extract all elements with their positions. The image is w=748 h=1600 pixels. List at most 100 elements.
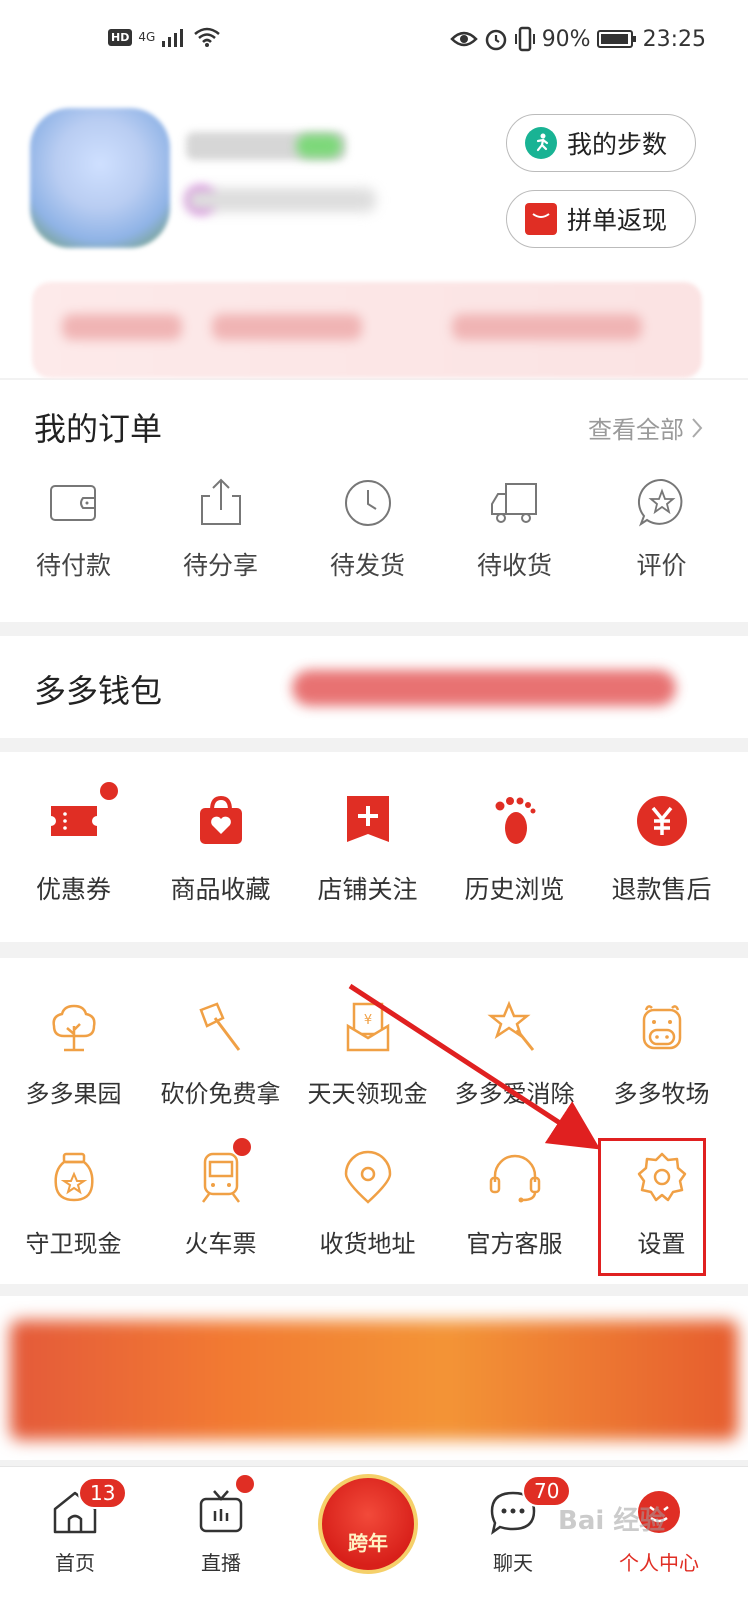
promo-banner[interactable] [0, 1296, 748, 1460]
order-item-label: 待付款 [35, 551, 111, 580]
view-all-label: 查看全部 [588, 416, 684, 444]
battery-icon [596, 30, 636, 48]
order-review[interactable]: 评价 [588, 476, 735, 582]
vibrate-icon [514, 26, 535, 52]
avatar[interactable] [30, 108, 170, 248]
annotation-highlight-box [598, 1138, 706, 1276]
order-pending-receipt[interactable]: 待收货 [441, 476, 588, 582]
group-cashback-label: 拼单返现 [567, 206, 668, 235]
tool-label: 官方客服 [466, 1230, 563, 1258]
footprint-icon [495, 797, 535, 844]
coupon-icon [50, 806, 97, 836]
order-pending-payment[interactable]: 待付款 [0, 476, 147, 582]
notification-dot [233, 1138, 251, 1156]
orders-section: 我的订单 查看全部 待付款 待分享 待发货 待收货 评价 [0, 380, 748, 622]
order-status-row: 待付款 待分享 待发货 待收货 评价 [0, 476, 748, 582]
share-icon [200, 478, 241, 525]
coupon-entry[interactable]: 优惠券 [0, 782, 147, 906]
watermark: Bai 经验 [558, 1506, 666, 1536]
wallet-section[interactable]: 多多钱包 [0, 636, 748, 738]
tab-label: 首页 [55, 1551, 95, 1575]
tool-label: 火车票 [184, 1230, 257, 1258]
service-label: 店铺关注 [317, 875, 418, 904]
tab-live[interactable]: 直播 [156, 1467, 286, 1600]
tab-label: 聊天 [493, 1551, 533, 1575]
orders-title: 我的订单 [34, 410, 163, 448]
view-all-orders-link[interactable]: 查看全部 [588, 410, 704, 445]
status-right: 90% 23:25 [449, 26, 706, 52]
tv-icon [199, 1490, 243, 1533]
favorites-entry[interactable]: 商品收藏 [147, 792, 294, 906]
member-badge-blurred [296, 134, 342, 158]
promo-strip-blurred[interactable] [32, 282, 702, 378]
train-icon [201, 1152, 240, 1203]
refund-entry[interactable]: 退款售后 [588, 792, 735, 906]
store-follow-entry[interactable]: 店铺关注 [294, 792, 441, 906]
services-row: 优惠券 商品收藏 店铺关注 历史浏览 退款售后 [0, 782, 748, 906]
clock-icon [344, 480, 391, 526]
red-envelope-icon [525, 203, 557, 235]
signal-icon [162, 29, 184, 47]
battery-percent: 90% [541, 26, 591, 52]
bargain-entry[interactable]: 砍价免费拿 [147, 1000, 294, 1109]
cash-jar-icon [53, 1152, 94, 1202]
refund-icon [636, 796, 687, 846]
alarm-icon [485, 29, 506, 51]
center-button-label: 跨年 [348, 1531, 388, 1555]
truck-icon [490, 483, 537, 523]
tool-label: 收货地址 [319, 1230, 416, 1258]
status-bar: HD 4G 90% 23:25 [0, 0, 748, 88]
annotation-arrow [348, 983, 601, 1150]
order-item-label: 评价 [636, 551, 687, 580]
order-pending-share[interactable]: 待分享 [147, 476, 294, 582]
orchard-entry[interactable]: 多多果园 [0, 1000, 147, 1109]
notification-dot [236, 1475, 254, 1493]
notification-dot [100, 782, 118, 800]
favorite-bag-icon [199, 795, 242, 844]
guard-cash-entry[interactable]: 守卫现金 [0, 1150, 147, 1259]
chevron-right-icon [692, 417, 703, 438]
clock-time: 23:25 [642, 26, 706, 52]
profile-header: 我的步数 拼单返现 [0, 88, 748, 378]
wifi-icon [194, 27, 221, 47]
train-ticket-entry[interactable]: 火车票 [147, 1138, 294, 1259]
my-steps-label: 我的步数 [567, 130, 668, 159]
customer-service-entry[interactable]: 官方客服 [441, 1150, 588, 1259]
history-entry[interactable]: 历史浏览 [441, 792, 588, 906]
wallet-icon [49, 485, 96, 521]
star-bubble-icon [637, 478, 682, 527]
group-cashback-button[interactable]: 拼单返现 [506, 190, 696, 248]
tab-label: 直播 [201, 1551, 241, 1575]
cow-icon [642, 1005, 681, 1050]
address-entry[interactable]: 收货地址 [294, 1150, 441, 1259]
tool-label: 多多牧场 [613, 1080, 710, 1108]
wallet-title: 多多钱包 [34, 672, 163, 710]
status-left: HD 4G [108, 26, 221, 48]
tool-label: 多多果园 [25, 1080, 122, 1108]
tab-label: 个人中心 [619, 1551, 699, 1575]
my-steps-button[interactable]: 我的步数 [506, 114, 696, 172]
tool-label: 守卫现金 [25, 1230, 122, 1258]
order-item-label: 待收货 [476, 551, 552, 580]
tree-icon [51, 1004, 96, 1052]
wallet-info-blurred [292, 670, 676, 706]
running-icon [525, 127, 557, 159]
order-item-label: 待发货 [329, 551, 405, 580]
tab-home[interactable]: 首页 13 [10, 1467, 140, 1600]
service-label: 商品收藏 [170, 875, 271, 904]
axe-icon [198, 1002, 240, 1051]
tool-label: 砍价免费拿 [160, 1080, 281, 1108]
center-festival-button[interactable]: 跨年 [318, 1474, 418, 1574]
subtitle-blurred [186, 188, 376, 212]
order-pending-shipment[interactable]: 待发货 [294, 476, 441, 582]
order-item-label: 待分享 [182, 551, 258, 580]
service-label: 优惠券 [35, 875, 111, 904]
service-label: 退款售后 [611, 875, 712, 904]
eye-icon [449, 31, 478, 47]
hd-indicator: HD [108, 28, 133, 46]
banner-image-blurred [10, 1320, 738, 1440]
services-section: 优惠券 商品收藏 店铺关注 历史浏览 退款售后 [0, 752, 748, 942]
network-type: 4G [138, 30, 156, 44]
home-badge: 13 [78, 1477, 128, 1509]
service-label: 历史浏览 [464, 875, 565, 904]
